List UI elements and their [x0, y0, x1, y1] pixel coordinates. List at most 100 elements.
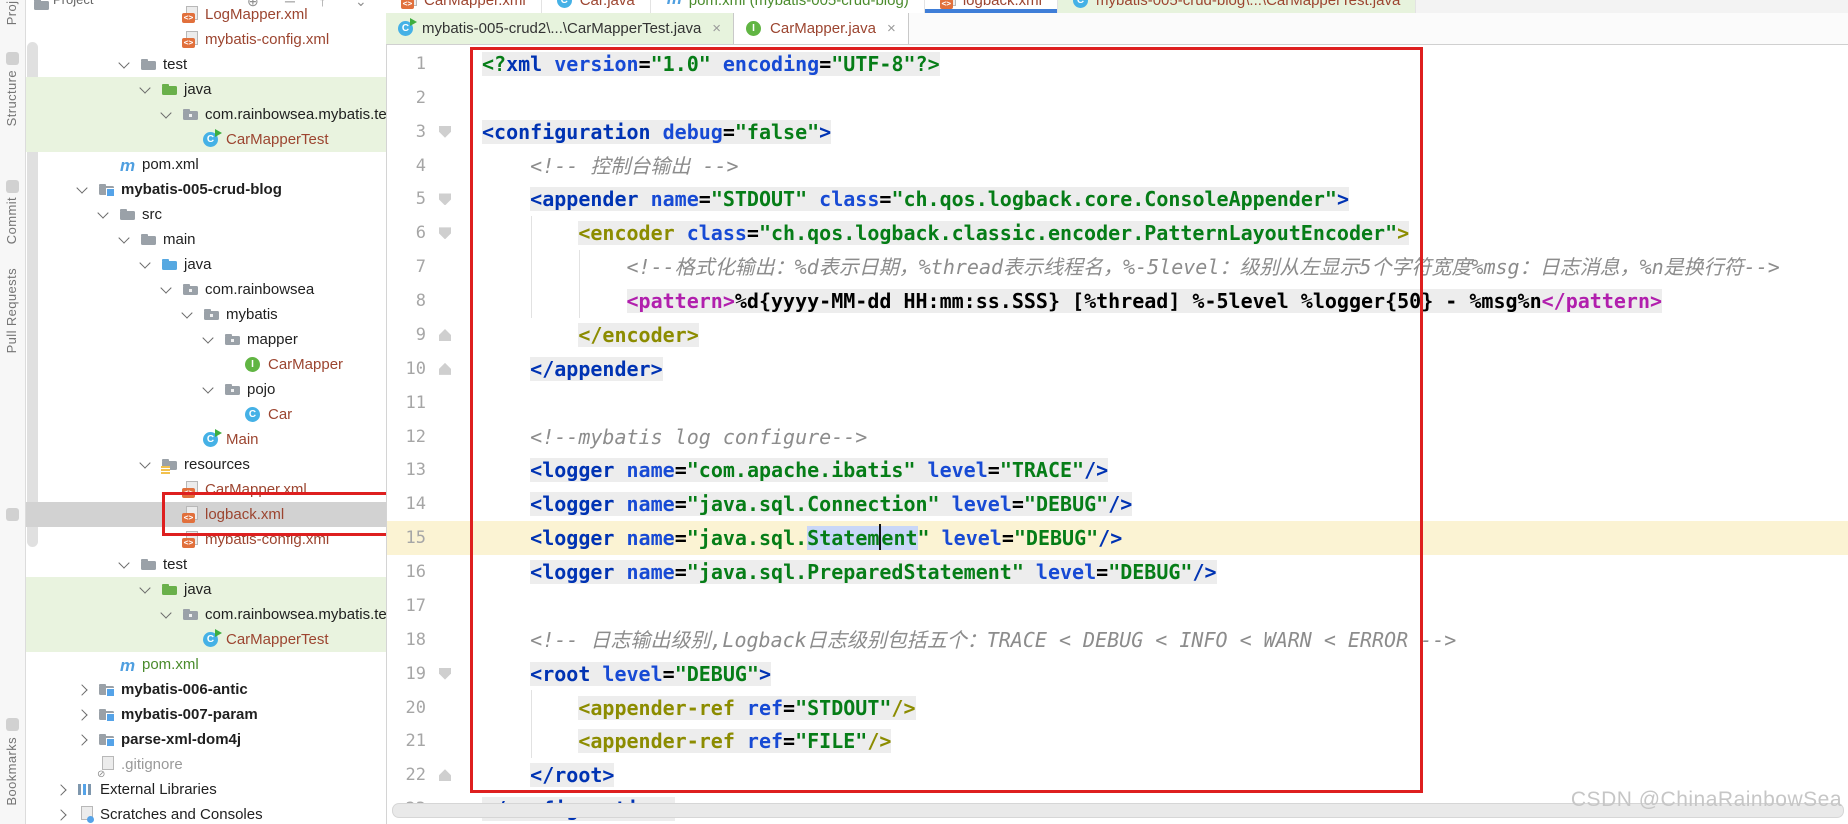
xml-file-icon: <> [182, 531, 199, 548]
tree-item--gitignore[interactable]: ⊘ .gitignore [25, 752, 386, 780]
chevron-right-icon[interactable] [76, 709, 88, 721]
hide-panel-icon[interactable]: ─ [285, 0, 295, 11]
tree-item-resources[interactable]: resources [25, 452, 386, 477]
tree-item-label: logback.xml [205, 506, 285, 523]
tree-item-pojo[interactable]: pojo [25, 377, 386, 402]
tree-item-mybatis[interactable]: mybatis [25, 302, 386, 327]
editor-tab-logback-xml[interactable]: <> logback.xml [924, 0, 1059, 13]
tree-item-test[interactable]: test [25, 52, 386, 77]
chevron-down-icon[interactable] [202, 382, 214, 394]
code-viewport[interactable]: 1 <?xml version="1.0" encoding="UTF-8"?> 2… [386, 0, 1848, 824]
editor-tab-carmapper-xml[interactable]: <> CarMapper.xml [386, 0, 542, 13]
chevron-right-icon[interactable] [76, 684, 88, 696]
structure-icon[interactable] [6, 52, 19, 65]
code-line-16: 16 <logger name="java.sql.PreparedStatem… [386, 555, 1848, 589]
tree-item-java[interactable]: java [25, 77, 386, 102]
tree-item-main[interactable]: main [25, 227, 386, 252]
fold-start-icon[interactable] [439, 193, 451, 206]
code-line-17: 17 [386, 589, 1848, 623]
pull-requests-icon[interactable] [6, 508, 19, 521]
tree-item-test[interactable]: test [25, 552, 386, 577]
tree-item-external-libraries[interactable]: External Libraries [25, 777, 386, 802]
tree-item-label: java [184, 256, 212, 273]
tree-item-car[interactable]: C Car [25, 402, 386, 427]
tree-item-main[interactable]: C Main [25, 427, 386, 452]
tree-item-com-rainbowsea[interactable]: com.rainbowsea [25, 277, 386, 302]
fold-end-icon[interactable] [439, 328, 451, 341]
close-tab-icon[interactable]: × [712, 20, 721, 37]
chevron-down-icon[interactable] [76, 182, 88, 194]
tree-item-carmappertest[interactable]: C CarMapperTest [25, 127, 386, 152]
tree-item-src[interactable]: src [25, 202, 386, 227]
line-number: 22 [405, 765, 426, 786]
editor-tab-car-java[interactable]: C Car.java [541, 0, 651, 13]
tree-item-mybatis-007-param[interactable]: mybatis-007-param [25, 702, 386, 727]
tool-button-structure[interactable]: Structure [4, 70, 19, 126]
editor-area[interactable]: <> CarMapper.xml C Car.java m pom.xml (mybati… [386, 0, 1848, 824]
editor-tab-mybatis-005-crud-blog-carmappertest-java[interactable]: Cmybatis-005-crud-blog\...\CarMapperTest… [1058, 0, 1417, 13]
fold-start-icon[interactable] [439, 667, 451, 680]
chevron-down-icon[interactable] [139, 457, 151, 469]
line-number: 5 [415, 189, 426, 210]
tool-button-project[interactable]: Project [4, 0, 19, 25]
close-tab-icon[interactable]: × [887, 20, 896, 37]
chevron-down-icon[interactable] [160, 107, 172, 119]
chevron-right-icon[interactable] [55, 809, 67, 821]
chevron-down-icon[interactable] [160, 282, 172, 294]
code-line-10: 10 </appender> [386, 352, 1848, 386]
chevron-down-icon[interactable] [139, 257, 151, 269]
chevron-down-icon[interactable] [160, 607, 172, 619]
tree-item-parse-xml-dom4j[interactable]: parse-xml-dom4j [25, 727, 386, 752]
tree-item-java[interactable]: java [25, 252, 386, 277]
commit-icon[interactable] [6, 180, 19, 193]
fold-start-icon[interactable] [439, 125, 451, 138]
line-number: 8 [415, 291, 426, 312]
locate-file-icon[interactable]: ⊕ [247, 0, 259, 11]
chevron-down-icon[interactable] [118, 57, 130, 69]
fold-start-icon[interactable] [439, 227, 451, 240]
chevron-right-icon[interactable] [55, 784, 67, 796]
chevron-down-icon[interactable] [118, 232, 130, 244]
chevron-down-icon[interactable] [118, 557, 130, 569]
chevron-down-icon[interactable] [97, 207, 109, 219]
tree-item-com-rainbowsea-mybatis-tes[interactable]: com.rainbowsea.mybatis.tes [25, 602, 386, 627]
fold-end-icon[interactable] [439, 362, 451, 375]
tree-item-label: test [163, 556, 188, 573]
chevron-down-icon[interactable] [202, 332, 214, 344]
tree-item-carmapper-xml[interactable]: <> CarMapper.xml [25, 477, 386, 502]
chevron-down-icon[interactable] [139, 82, 151, 94]
chevron-down-icon[interactable] [139, 582, 151, 594]
tree-item-label: Scratches and Consoles [100, 806, 263, 823]
tool-button-commit[interactable]: Commit [4, 197, 19, 244]
tree-item-mapper[interactable]: mapper [25, 327, 386, 352]
maven-pom-icon: m [120, 156, 136, 175]
more-options-icon[interactable]: ⌄ [355, 0, 367, 11]
tree-item-pom-xml[interactable]: m pom.xml [25, 652, 386, 677]
editor-tab-mybatis-005-crud2-carmappertest-java[interactable]: Cmybatis-005-crud2\...\CarMapperTest.jav… [386, 13, 735, 44]
bookmarks-icon[interactable] [6, 718, 19, 731]
tree-item-label: Main [226, 431, 259, 448]
fold-end-icon[interactable] [439, 769, 451, 782]
tree-item-com-rainbowsea-mybatis-tes[interactable]: com.rainbowsea.mybatis.tes [25, 102, 386, 127]
scroll-up-icon[interactable]: ↑ [319, 0, 326, 11]
chevron-down-icon[interactable] [181, 307, 193, 319]
tool-button-pull-requests[interactable]: Pull Requests [4, 268, 19, 353]
tree-item-mybatis-config-xml[interactable]: <> mybatis-config.xml [25, 27, 386, 52]
tool-button-bookmarks[interactable]: Bookmarks [4, 737, 19, 806]
chevron-right-icon[interactable] [76, 734, 88, 746]
tree-item-scratches-and-consoles[interactable]: Scratches and Consoles [25, 802, 386, 824]
tree-item-mybatis-006-antic[interactable]: mybatis-006-antic [25, 677, 386, 702]
tree-item-pom-xml[interactable]: m pom.xml [25, 152, 386, 177]
tree-item-carmappertest[interactable]: C CarMapperTest [25, 627, 386, 652]
tree-item-logback-xml[interactable]: <> logback.xml [25, 502, 386, 527]
tree-item-mybatis-config-xml[interactable]: <> mybatis-config.xml [25, 527, 386, 552]
code-text: <!-- 控制台输出 --> [530, 153, 739, 178]
project-panel-title: Project [53, 0, 93, 11]
tree-item-java[interactable]: java [25, 577, 386, 602]
tree-item-carmapper[interactable]: I CarMapper [25, 352, 386, 377]
tree-item-mybatis-005-crud-blog[interactable]: mybatis-005-crud-blog [25, 177, 386, 202]
editor-tab-pom-xml-mybatis-005-crud-blog-[interactable]: m pom.xml (mybatis-005-crud-blog) [650, 0, 925, 13]
code-text: <root level="DEBUG"> [530, 661, 772, 686]
editor-tab-carmapper-java[interactable]: I CarMapper.java × [734, 13, 909, 44]
editor-tab-label: CarMapper.xml [424, 0, 526, 9]
